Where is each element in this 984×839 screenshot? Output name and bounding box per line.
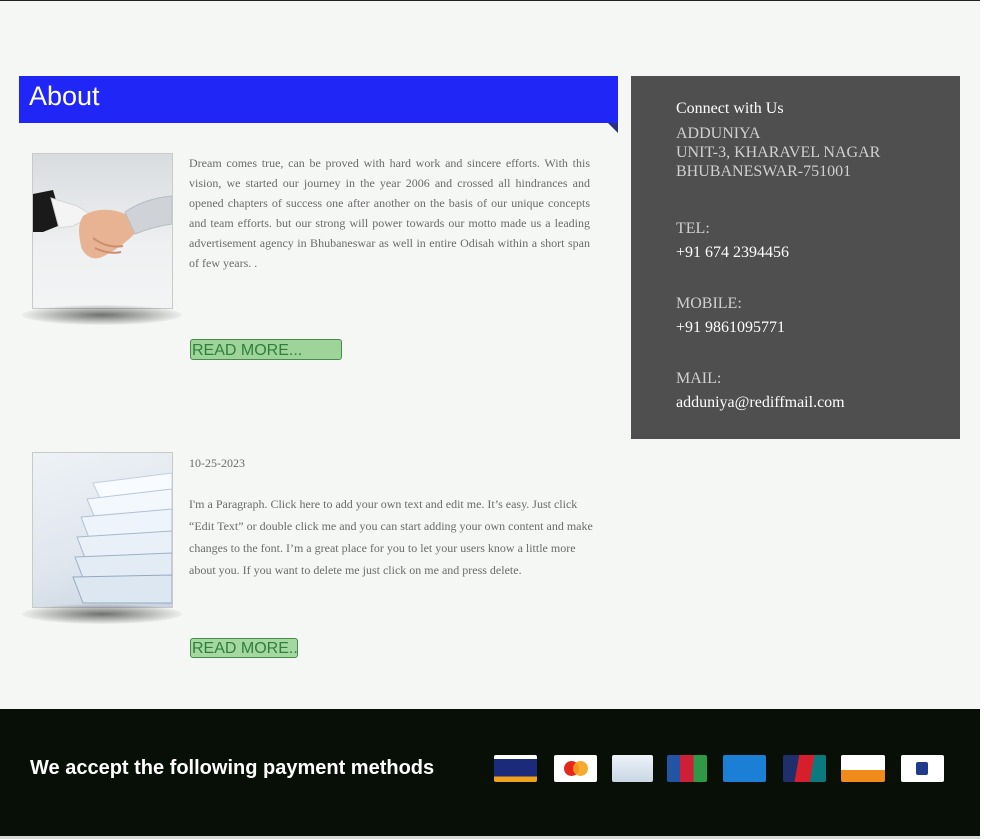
mobile-label: MOBILE: bbox=[676, 295, 742, 312]
unionpay-icon bbox=[783, 755, 826, 782]
company-name: ADDUNIYA bbox=[676, 125, 761, 142]
discover-icon bbox=[841, 755, 885, 782]
jcb-icon bbox=[667, 755, 707, 782]
post-2-date: 10-25-2023 bbox=[189, 456, 245, 470]
handshake-image bbox=[32, 153, 173, 309]
contact-title: Connect with Us bbox=[676, 100, 784, 117]
visa-icon bbox=[494, 755, 537, 782]
post-2-text: I'm a Paragraph. Click here to add your … bbox=[189, 497, 593, 577]
read-more-button-2[interactable]: READ MORE... bbox=[190, 638, 298, 658]
address-line-2: BHUBANESWAR-751001 bbox=[676, 163, 852, 180]
about-title: About bbox=[29, 81, 100, 111]
tel-value: +91 674 2394456 bbox=[676, 244, 790, 261]
paper-stack-image bbox=[32, 452, 173, 608]
post-image-handshake[interactable] bbox=[22, 153, 182, 325]
address-line-1: UNIT-3, KHARAVEL NAGAR bbox=[676, 144, 881, 161]
read-more-button-1[interactable]: READ MORE... bbox=[190, 339, 342, 360]
paypal-icon bbox=[901, 755, 944, 782]
tel-label: TEL: bbox=[676, 220, 710, 237]
mail-label: MAIL: bbox=[676, 370, 722, 387]
post-1-text: Dream comes true, can be proved with har… bbox=[189, 156, 590, 270]
image-shadow bbox=[22, 604, 182, 624]
banner-fold bbox=[608, 123, 618, 133]
american-express-icon bbox=[723, 755, 766, 782]
mastercard-icon bbox=[554, 755, 597, 782]
right-gutter bbox=[980, 0, 984, 839]
contact-panel: Connect with Us ADDUNIYA UNIT-3, KHARAVE… bbox=[631, 76, 960, 439]
mobile-value: +91 9861095771 bbox=[676, 319, 786, 336]
footer: We accept the following payment methods bbox=[0, 709, 980, 836]
image-shadow bbox=[22, 305, 182, 325]
about-banner: About bbox=[19, 76, 618, 123]
payment-methods-text: We accept the following payment methods bbox=[30, 757, 435, 779]
post-image-papers[interactable] bbox=[22, 452, 182, 624]
diners-club-icon bbox=[612, 755, 653, 782]
mail-link[interactable]: adduniya@rediffmail.com bbox=[676, 394, 845, 412]
